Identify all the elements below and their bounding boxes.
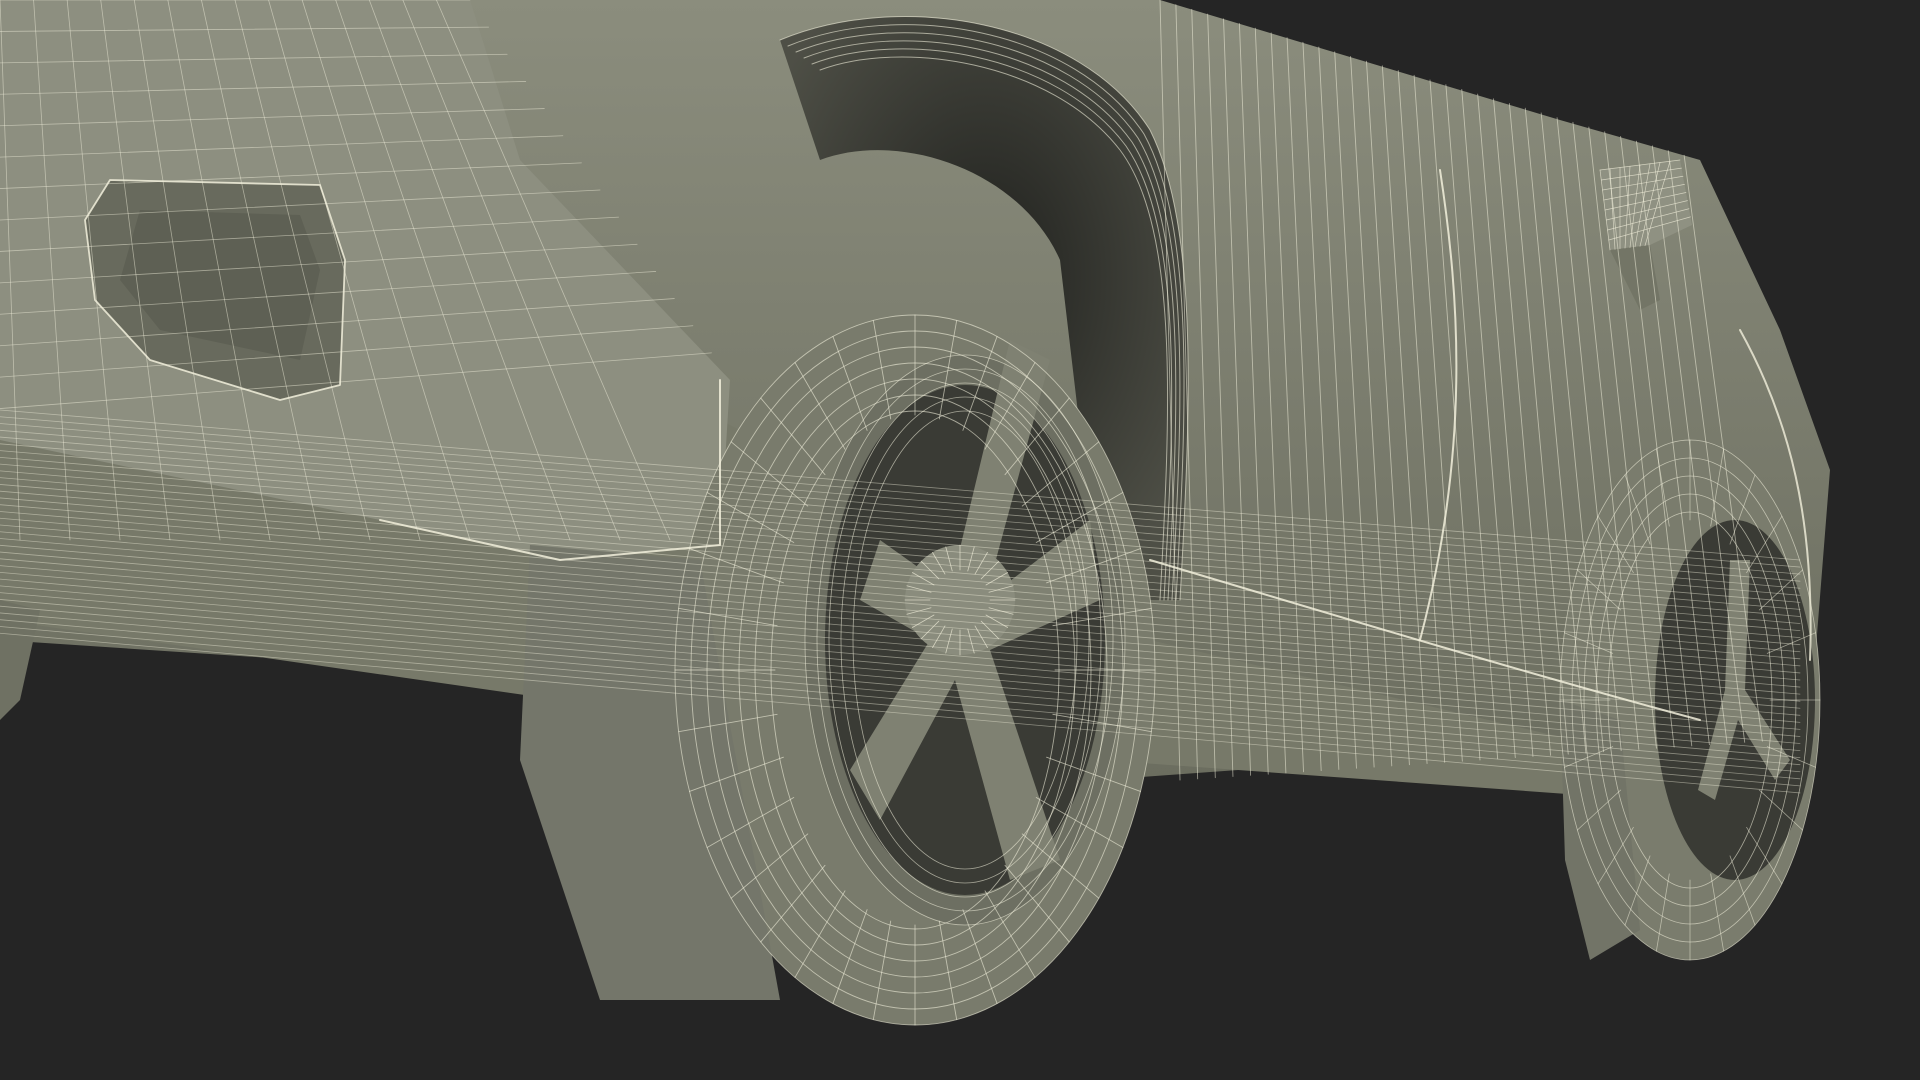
wireframe-car-render <box>0 0 1920 1080</box>
